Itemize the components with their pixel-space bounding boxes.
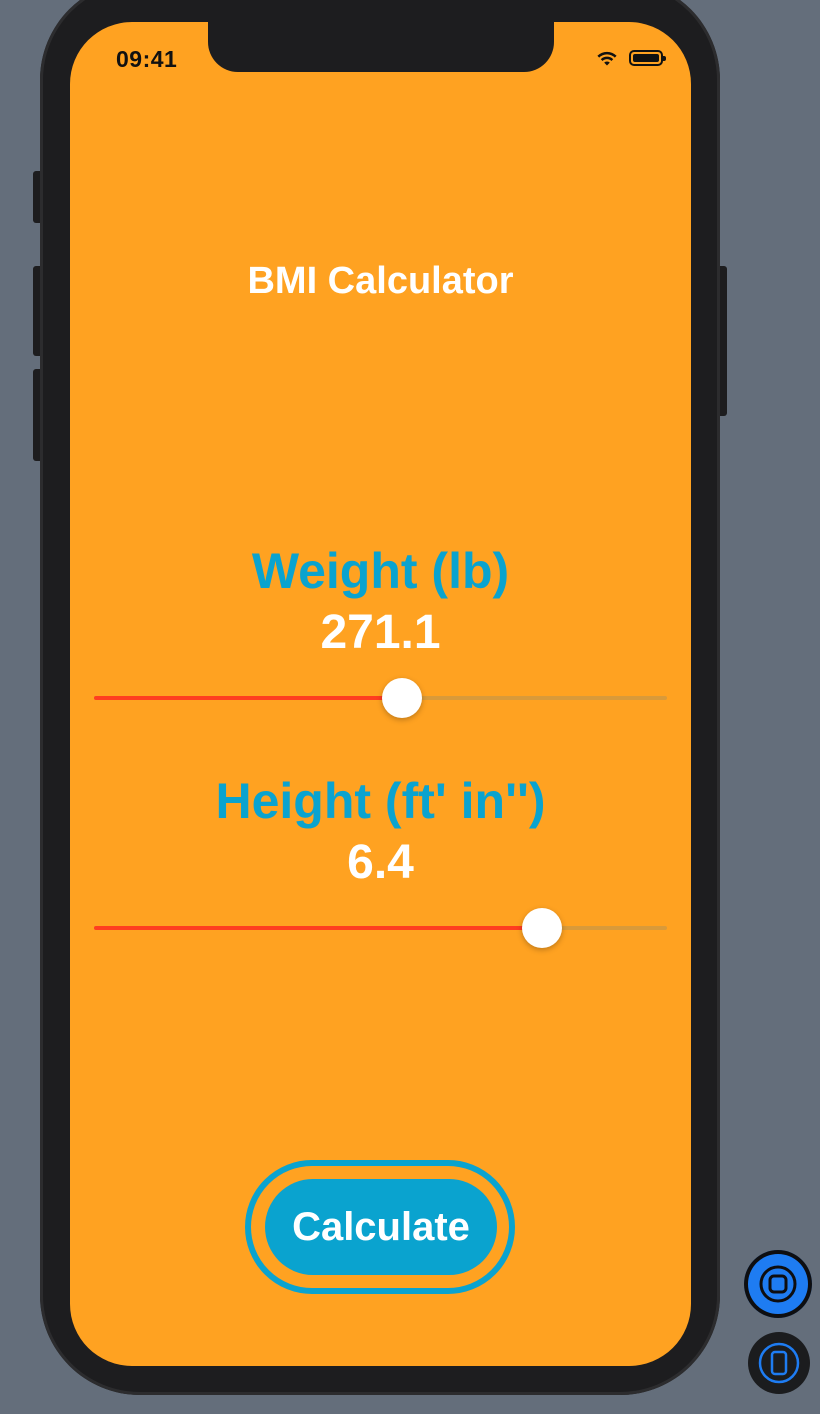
battery-icon bbox=[629, 50, 666, 66]
weight-slider-fill bbox=[94, 696, 402, 700]
height-slider-fill bbox=[94, 926, 542, 930]
simulator-stage: 09:41 BMI Calculator Weight (lb) 271.1 H… bbox=[0, 0, 820, 1414]
weight-label: Weight (lb) bbox=[251, 543, 510, 599]
height-slider-thumb[interactable] bbox=[522, 908, 562, 948]
status-time: 09:41 bbox=[116, 46, 178, 72]
weight-slider[interactable] bbox=[94, 678, 667, 718]
height-value: 6.4 bbox=[347, 836, 414, 889]
notch bbox=[208, 22, 554, 72]
weight-slider-thumb[interactable] bbox=[382, 678, 422, 718]
app-screen: 09:41 BMI Calculator Weight (lb) 271.1 H… bbox=[70, 22, 691, 1366]
calculate-button[interactable]: Calculate bbox=[265, 1179, 497, 1275]
home-button-icon[interactable] bbox=[744, 1250, 812, 1318]
rotate-device-icon[interactable] bbox=[748, 1332, 810, 1394]
app-title: BMI Calculator bbox=[247, 260, 514, 302]
height-label: Height (ft' in'') bbox=[215, 773, 546, 829]
height-slider[interactable] bbox=[94, 908, 667, 948]
wifi-icon bbox=[597, 51, 617, 66]
status-icons bbox=[595, 49, 666, 67]
weight-value: 271.1 bbox=[320, 606, 441, 659]
